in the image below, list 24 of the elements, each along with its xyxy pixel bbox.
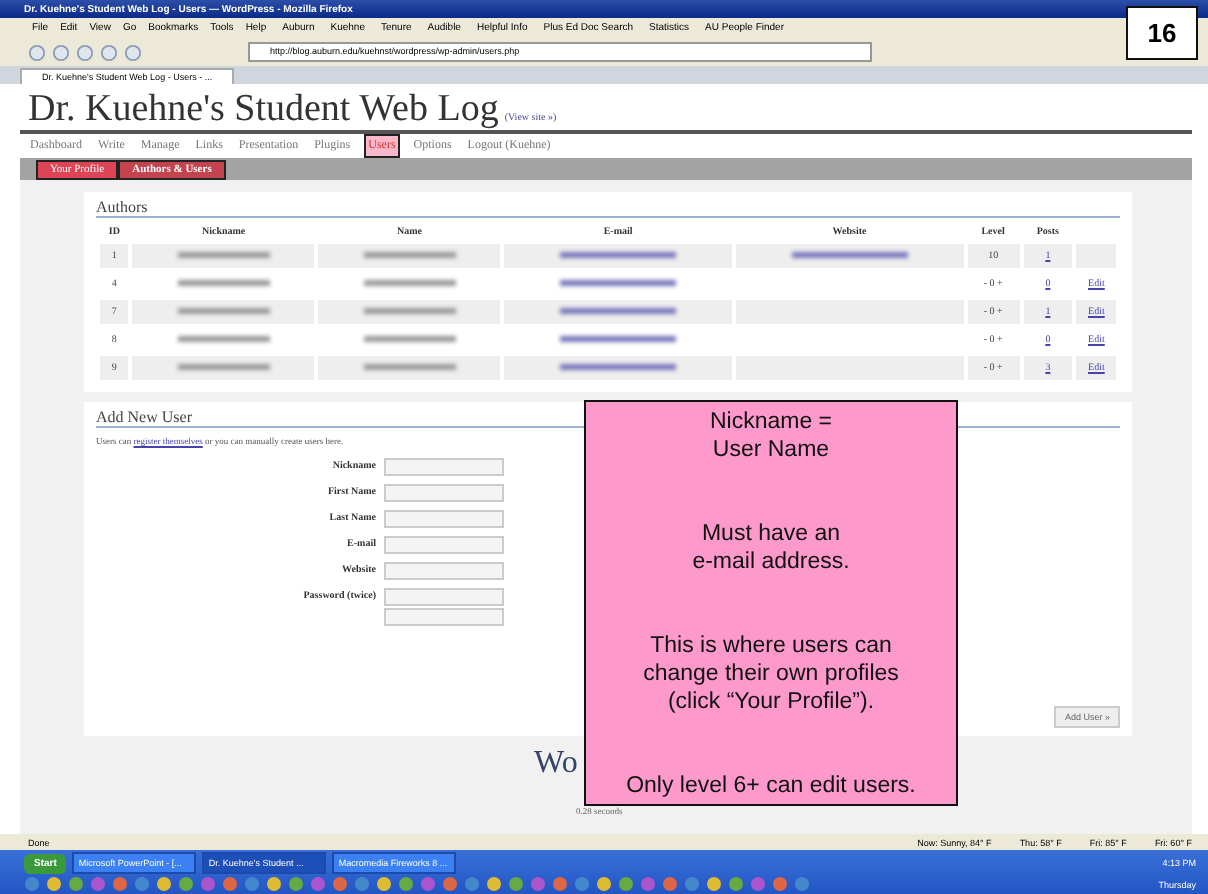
blurred-text [363, 307, 456, 313]
section-heading: Authors [96, 198, 1120, 218]
input-field[interactable] [384, 608, 504, 626]
input-field[interactable] [384, 562, 504, 580]
input-field[interactable] [384, 484, 504, 502]
blurred-text [363, 335, 456, 341]
blurred-text [177, 307, 270, 313]
blurred-text [177, 279, 270, 285]
blurred-text [363, 363, 456, 369]
callout-text: This is where users can change their own profiles (click “Your Profile”). [643, 632, 899, 716]
blurred-text [177, 251, 270, 257]
callout-text: Only level 6+ can edit users. [626, 772, 916, 800]
input-field[interactable] [384, 510, 504, 528]
blurred-text [363, 279, 456, 285]
blurred-text [177, 363, 270, 369]
blurred-text [363, 251, 456, 257]
input-field[interactable] [384, 588, 504, 606]
footer-logo: Wo [534, 746, 578, 782]
callout-text: Must have an e-mail address. [692, 520, 850, 576]
slide-number: 16 [1126, 6, 1198, 60]
blurred-text [177, 335, 270, 341]
input-field[interactable] [384, 536, 504, 554]
input-field[interactable] [384, 458, 504, 476]
blog-title: Dr. Kuehne's Student Web Log [28, 90, 499, 130]
